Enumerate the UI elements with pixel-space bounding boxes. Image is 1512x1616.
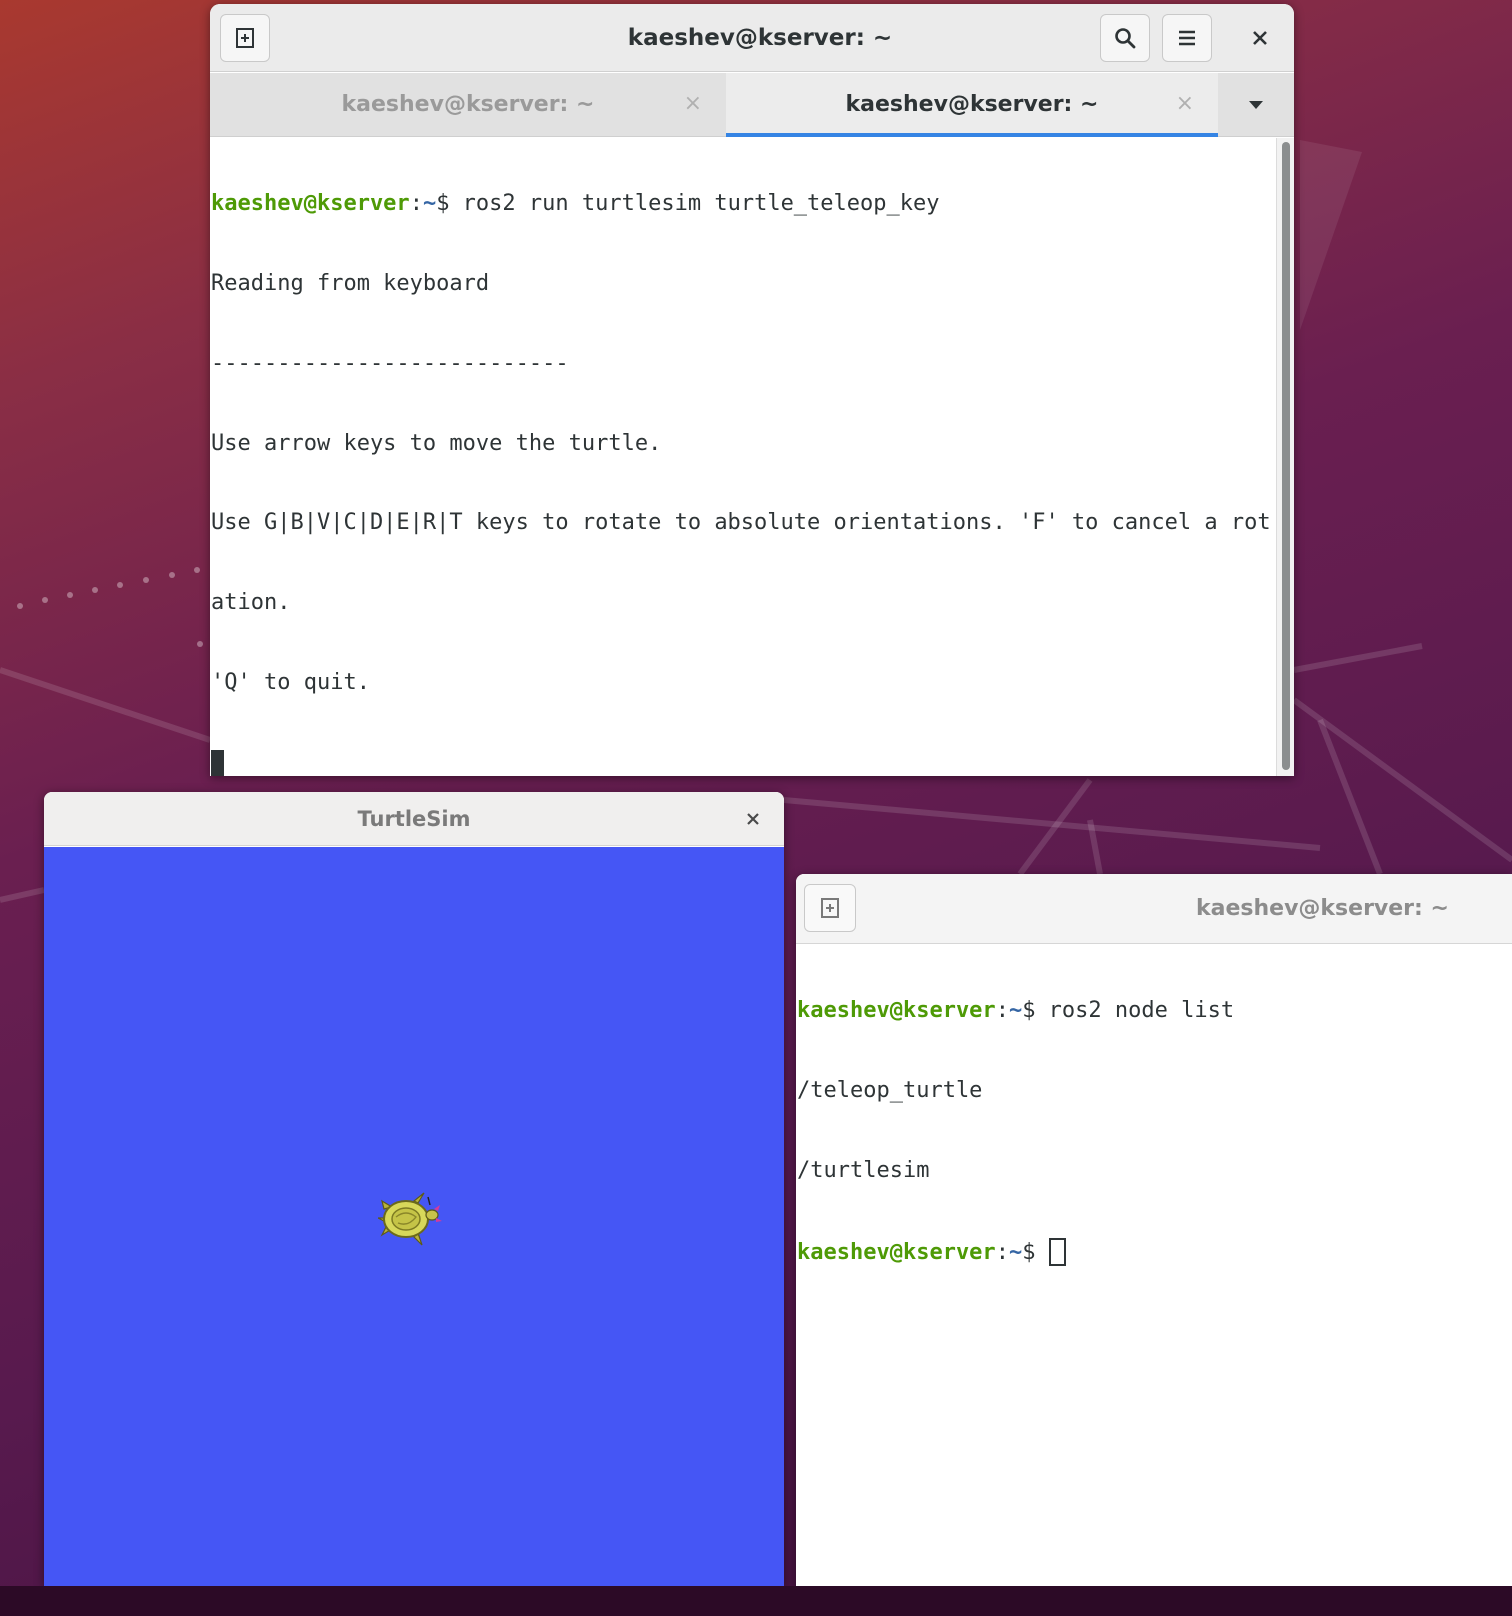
- terminal-output[interactable]: kaeshev@kserver:~$ ros2 run turtlesim tu…: [211, 138, 1271, 776]
- window-title: kaeshev@kserver: ~: [627, 25, 893, 51]
- prompt-symbol: $: [1022, 998, 1036, 1024]
- tab-terminal-2[interactable]: kaeshev@kserver: ~ ×: [726, 73, 1218, 137]
- tab-close-icon[interactable]: ×: [1176, 91, 1194, 116]
- tab-label: kaeshev@kserver: ~: [341, 92, 595, 117]
- hamburger-menu-icon: [1179, 30, 1195, 46]
- desktop-bottom-edge: [0, 1586, 1512, 1616]
- prompt-path: ~: [1008, 998, 1023, 1024]
- output-line: /teleop_turtle: [797, 1077, 983, 1103]
- new-tab-icon: [821, 898, 839, 918]
- prompt-user: kaeshev@kserver: [797, 998, 996, 1024]
- search-icon: [1115, 28, 1136, 49]
- output-line: Use arrow keys to move the turtle.: [211, 430, 662, 456]
- prompt-symbol: $: [436, 191, 450, 217]
- terminal-window-secondary[interactable]: kaeshev@kserver: ~ kaeshev@kserver:~$ ro…: [796, 874, 1512, 1586]
- prompt-separator: :: [995, 998, 1009, 1024]
- search-button[interactable]: [1100, 14, 1150, 62]
- cursor-line: [211, 749, 1271, 776]
- prompt-path: ~: [422, 191, 437, 217]
- chevron-down-icon: [1249, 100, 1263, 109]
- command-line: kaeshev@kserver:~$ ros2 node list: [797, 998, 1234, 1025]
- command-text: ros2 node list: [1035, 998, 1235, 1024]
- terminal-headerbar: kaeshev@kserver: ~: [796, 874, 1512, 944]
- output-line: ation.: [211, 590, 291, 616]
- tab-bar: kaeshev@kserver: ~ × kaeshev@kserver: ~ …: [210, 73, 1294, 137]
- turtlesim-window[interactable]: TurtleSim: [44, 792, 784, 1586]
- scrollbar-thumb[interactable]: [1282, 142, 1290, 770]
- tab-list-button[interactable]: [1218, 73, 1294, 136]
- prompt-line: kaeshev@kserver:~$: [797, 1237, 1234, 1267]
- prompt-symbol: $: [1022, 1239, 1036, 1265]
- new-tab-button[interactable]: [804, 884, 856, 932]
- active-tab-indicator: [726, 133, 1218, 137]
- output-line: ---------------------------: [211, 350, 569, 376]
- terminal-output[interactable]: kaeshev@kserver:~$ ros2 node list /teleo…: [797, 945, 1234, 1319]
- turtlesim-titlebar: TurtleSim: [44, 792, 784, 846]
- prompt-separator: :: [995, 1239, 1009, 1265]
- scrollbar[interactable]: [1276, 138, 1294, 776]
- prompt-user: kaeshev@kserver: [211, 191, 410, 217]
- close-window-button[interactable]: [1236, 14, 1284, 62]
- window-title: kaeshev@kserver: ~: [1196, 896, 1449, 921]
- turtlesim-title: TurtleSim: [357, 807, 471, 831]
- text-cursor: [1048, 1237, 1066, 1266]
- terminal-headerbar: kaeshev@kserver: ~: [210, 4, 1294, 72]
- prompt-user: kaeshev@kserver: [797, 1239, 996, 1265]
- tab-label: kaeshev@kserver: ~: [845, 92, 1099, 117]
- output-line: Use G|B|V|C|D|E|R|T keys to rotate to ab…: [211, 510, 1271, 536]
- turtlesim-canvas: [44, 847, 784, 1586]
- command-text: ros2 run turtlesim turtle_teleop_key: [449, 191, 940, 217]
- close-window-button[interactable]: [734, 800, 772, 838]
- new-tab-icon: [236, 28, 254, 48]
- output-line: /turtlesim: [797, 1157, 930, 1183]
- close-icon: [1253, 31, 1267, 45]
- tab-terminal-1[interactable]: kaeshev@kserver: ~ ×: [210, 73, 726, 136]
- tab-close-icon[interactable]: ×: [684, 91, 702, 116]
- prompt-path: ~: [1008, 1239, 1023, 1265]
- new-tab-button[interactable]: [220, 14, 270, 62]
- output-line: Reading from keyboard: [211, 270, 490, 296]
- close-icon: [747, 813, 759, 825]
- menu-button[interactable]: [1162, 14, 1212, 62]
- turtle-icon: [378, 1192, 442, 1246]
- command-line: kaeshev@kserver:~$ ros2 run turtlesim tu…: [211, 191, 1271, 218]
- prompt-separator: :: [409, 191, 423, 217]
- output-line: 'Q' to quit.: [211, 669, 370, 695]
- terminal-window-main[interactable]: kaeshev@kserver: ~ kaeshev@kserver: ~ × …: [210, 4, 1294, 776]
- text-cursor: [211, 749, 224, 776]
